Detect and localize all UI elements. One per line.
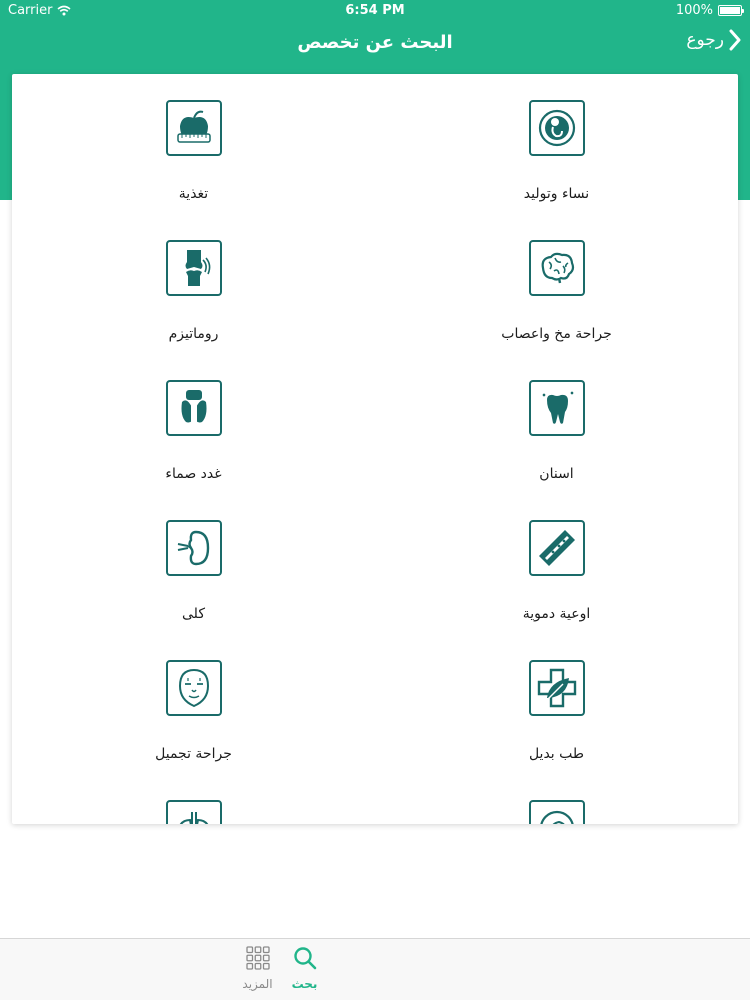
specialty-item[interactable] <box>375 774 738 824</box>
status-battery-group: 100% <box>675 3 744 18</box>
specialty-item[interactable]: غدد صماء <box>12 354 375 494</box>
specialty-label: تغذية <box>178 186 209 202</box>
specialty-item[interactable]: تغذية <box>12 74 375 214</box>
status-time: 6:54 PM <box>345 3 405 18</box>
back-button-label: رجوع <box>686 30 724 50</box>
knee-joint-icon <box>165 240 222 296</box>
tooth-icon <box>528 380 585 436</box>
navigation-bar: البحث عن تخصص رجوع <box>0 22 750 66</box>
specialties-grid: نساء وتوليد تغذية جراحة مخ واعصاب روماتي… <box>12 74 738 824</box>
fetus-icon <box>528 100 585 156</box>
specialty-item[interactable]: جراحة تجميل <box>12 634 375 774</box>
blood-vessel-icon <box>528 520 585 576</box>
kidney-icon <box>165 520 222 576</box>
specialty-item[interactable]: كلى <box>12 494 375 634</box>
chevron-right-icon <box>729 29 741 51</box>
specialty-label: جراحة مخ واعصاب <box>501 326 612 342</box>
thyroid-icon <box>165 380 222 436</box>
grid-menu-icon <box>245 946 270 970</box>
brain-icon <box>528 240 585 296</box>
lungs-icon <box>165 800 222 824</box>
specialty-item[interactable]: طب بديل <box>375 634 738 774</box>
specialty-item[interactable]: جراحة مخ واعصاب <box>375 214 738 354</box>
specialty-label: طب بديل <box>528 746 585 762</box>
specialty-item[interactable]: نساء وتوليد <box>375 74 738 214</box>
apple-tape-icon <box>165 100 222 156</box>
specialty-item[interactable]: روماتيزم <box>12 214 375 354</box>
specialty-label: غدد صماء <box>165 466 222 482</box>
face-icon <box>165 660 222 716</box>
specialty-label: جراحة تجميل <box>155 746 232 762</box>
specialty-item[interactable] <box>12 774 375 824</box>
specialty-label: كلى <box>182 606 205 622</box>
status-bar: Carrier 6:54 PM 100% <box>0 0 750 22</box>
tab-more-label: المزيد <box>242 977 273 991</box>
specialties-card: نساء وتوليد تغذية جراحة مخ واعصاب روماتي… <box>12 74 738 824</box>
head-profile-icon <box>528 800 585 824</box>
tab-bar: بحث المزيد <box>0 938 750 1000</box>
herbal-cross-icon <box>528 660 585 716</box>
specialty-label: روماتيزم <box>168 326 219 342</box>
specialty-item[interactable]: اوعية دموية <box>375 494 738 634</box>
specialty-label: اسنان <box>539 466 574 482</box>
battery-icon <box>718 5 744 16</box>
specialty-label: اوعية دموية <box>522 606 591 622</box>
specialty-label: نساء وتوليد <box>523 186 590 202</box>
battery-percent: 100% <box>675 3 713 18</box>
back-button[interactable]: رجوع <box>686 29 742 51</box>
tab-more[interactable]: المزيد <box>70 939 445 1000</box>
specialty-item[interactable]: اسنان <box>375 354 738 494</box>
page-title: البحث عن تخصص <box>297 32 453 53</box>
